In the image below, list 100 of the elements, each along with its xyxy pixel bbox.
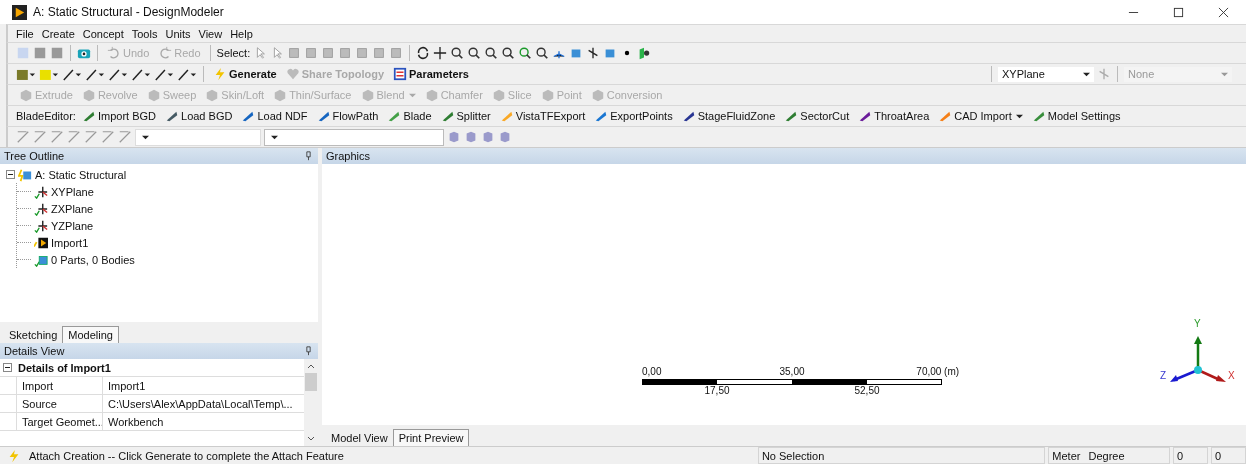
- zoom-icon[interactable]: [501, 46, 516, 60]
- plane-axes-icon: [34, 184, 48, 199]
- status-selection: No Selection: [757, 447, 1046, 464]
- selection-filter-icon[interactable]: [447, 130, 461, 144]
- zoom-icon[interactable]: [484, 46, 499, 60]
- status-value: 0: [1211, 447, 1246, 464]
- panel-title: Tree Outline: [4, 150, 65, 162]
- status-unit: Meter: [1052, 449, 1081, 462]
- shape-icon: [540, 88, 555, 102]
- dropdown[interactable]: [264, 128, 444, 146]
- scale-label: 35,00: [779, 366, 805, 377]
- scale-label: 52,50: [854, 385, 880, 396]
- property-name: Source: [16, 395, 102, 412]
- zoom-icon[interactable]: [450, 46, 465, 60]
- panel-tab[interactable]: Sketching: [4, 327, 63, 343]
- caret-icon: [271, 133, 278, 141]
- menu-item[interactable]: File: [16, 27, 34, 40]
- redo-icon: [158, 46, 173, 60]
- zoom-icon[interactable]: [518, 46, 533, 60]
- toolbar-button[interactable]: Parameters: [390, 65, 472, 83]
- toolbar-button[interactable]: VistaTFExport: [496, 107, 589, 125]
- sketch-tool-icon[interactable]: [33, 130, 47, 144]
- collapse-icon[interactable]: [6, 170, 15, 179]
- tree-item[interactable]: XYPlane: [51, 185, 94, 198]
- menu-item[interactable]: Help: [230, 27, 253, 40]
- scroll-thumb[interactable]: [305, 373, 317, 391]
- plane-dropdown[interactable]: XYPlane: [998, 66, 1094, 82]
- selection-filter-icon[interactable]: [464, 130, 478, 144]
- toolbar-button[interactable]: Generate: [210, 65, 280, 83]
- collapse-icon[interactable]: [3, 363, 12, 372]
- view-tab[interactable]: Model View: [326, 430, 393, 446]
- toolbar-button[interactable]: Load BGD: [162, 107, 236, 125]
- panel-tab[interactable]: Modeling: [62, 326, 119, 343]
- lightning-icon: [7, 448, 21, 463]
- graphics-viewport[interactable]: 0,00 35,00 70,00 (m) 17,50 52,50 Y Z X: [322, 164, 1246, 425]
- toolbar-button[interactable]: SectorCut: [781, 107, 853, 125]
- status-message: Attach Creation -- Click Generate to complete the Attach Feature: [29, 449, 344, 462]
- caret-icon: [1083, 70, 1090, 78]
- shape-icon: [590, 88, 605, 102]
- rotate-icon[interactable]: [416, 46, 431, 60]
- selection-filter-icon[interactable]: [481, 130, 495, 144]
- view-tab[interactable]: Print Preview: [392, 429, 470, 446]
- tree-item[interactable]: YZPlane: [51, 219, 94, 232]
- scroll-down-icon[interactable]: [307, 436, 315, 442]
- toolbar-button[interactable]: Import BGD: [78, 107, 159, 125]
- scroll-up-icon[interactable]: [307, 363, 315, 369]
- toolbar-button[interactable]: StageFluidZone: [678, 107, 779, 125]
- menu-item[interactable]: Units: [165, 27, 191, 40]
- toolbar-button[interactable]: FlowPath: [313, 107, 382, 125]
- sketch-tool-icon[interactable]: [67, 130, 81, 144]
- panel-title: Details View: [4, 345, 65, 357]
- toolbar-button[interactable]: ExportPoints: [591, 107, 676, 125]
- toolbar-button[interactable]: CAD Import: [935, 107, 1026, 125]
- parameters-icon: [393, 67, 407, 81]
- app-logo-icon: [12, 4, 27, 20]
- blade-editor-label: BladeEditor:: [16, 110, 76, 122]
- selection-filter-icon[interactable]: [498, 130, 512, 144]
- axis-label: Z: [1160, 370, 1167, 381]
- sketch-tool-icon[interactable]: [84, 130, 98, 144]
- menu-item[interactable]: Tools: [131, 27, 158, 40]
- shape-icon: [360, 88, 375, 102]
- status-value: 0: [1173, 447, 1208, 464]
- scale-label: 0,00: [642, 366, 662, 377]
- pan-icon[interactable]: [433, 46, 448, 60]
- caret-icon: [1221, 70, 1228, 78]
- model-icon: [18, 167, 32, 182]
- axis-label: Y: [1194, 318, 1201, 329]
- square-icon[interactable]: [50, 46, 64, 60]
- heart-icon: [285, 67, 300, 81]
- sketch-tool-icon[interactable]: [118, 130, 132, 144]
- menu-item[interactable]: Create: [41, 27, 75, 40]
- sketch-tool-icon[interactable]: [101, 130, 115, 144]
- menu-item[interactable]: View: [198, 27, 223, 40]
- zoom-icon[interactable]: [467, 46, 482, 60]
- toolbar-button[interactable]: ThroatArea: [855, 107, 933, 125]
- toolbar-button[interactable]: Splitter: [437, 107, 494, 125]
- panel-title: Graphics: [326, 150, 371, 162]
- scale-label: 70,00 (m): [916, 366, 960, 377]
- toolbar-button[interactable]: Blade: [384, 107, 435, 125]
- toolbar-button[interactable]: Model Settings: [1028, 107, 1124, 125]
- plane-axes-icon: [34, 218, 48, 233]
- pin-icon[interactable]: [305, 151, 312, 161]
- property-name: Target Geomet...: [16, 413, 102, 430]
- pin-icon[interactable]: [305, 346, 312, 356]
- tree-item[interactable]: A: Static Structural: [35, 168, 127, 181]
- sketch-tool-icon[interactable]: [50, 130, 64, 144]
- zoom-icon[interactable]: [535, 46, 550, 60]
- toolbar-button[interactable]: Load NDF: [238, 107, 311, 125]
- tree-item[interactable]: Import1: [51, 236, 89, 249]
- shape-icon: [146, 88, 161, 102]
- undo-icon: [107, 46, 121, 60]
- caret-icon: [142, 133, 149, 141]
- status-unit: Degree: [1088, 449, 1125, 462]
- sketch-tool-icon[interactable]: [16, 130, 30, 144]
- square-icon[interactable]: [33, 46, 47, 60]
- tree-item[interactable]: 0 Parts, 0 Bodies: [51, 253, 135, 266]
- property-name: Import: [16, 377, 102, 394]
- square-icon[interactable]: [338, 46, 353, 60]
- menu-item[interactable]: Concept: [82, 27, 124, 40]
- tree-item[interactable]: ZXPlane: [51, 202, 94, 215]
